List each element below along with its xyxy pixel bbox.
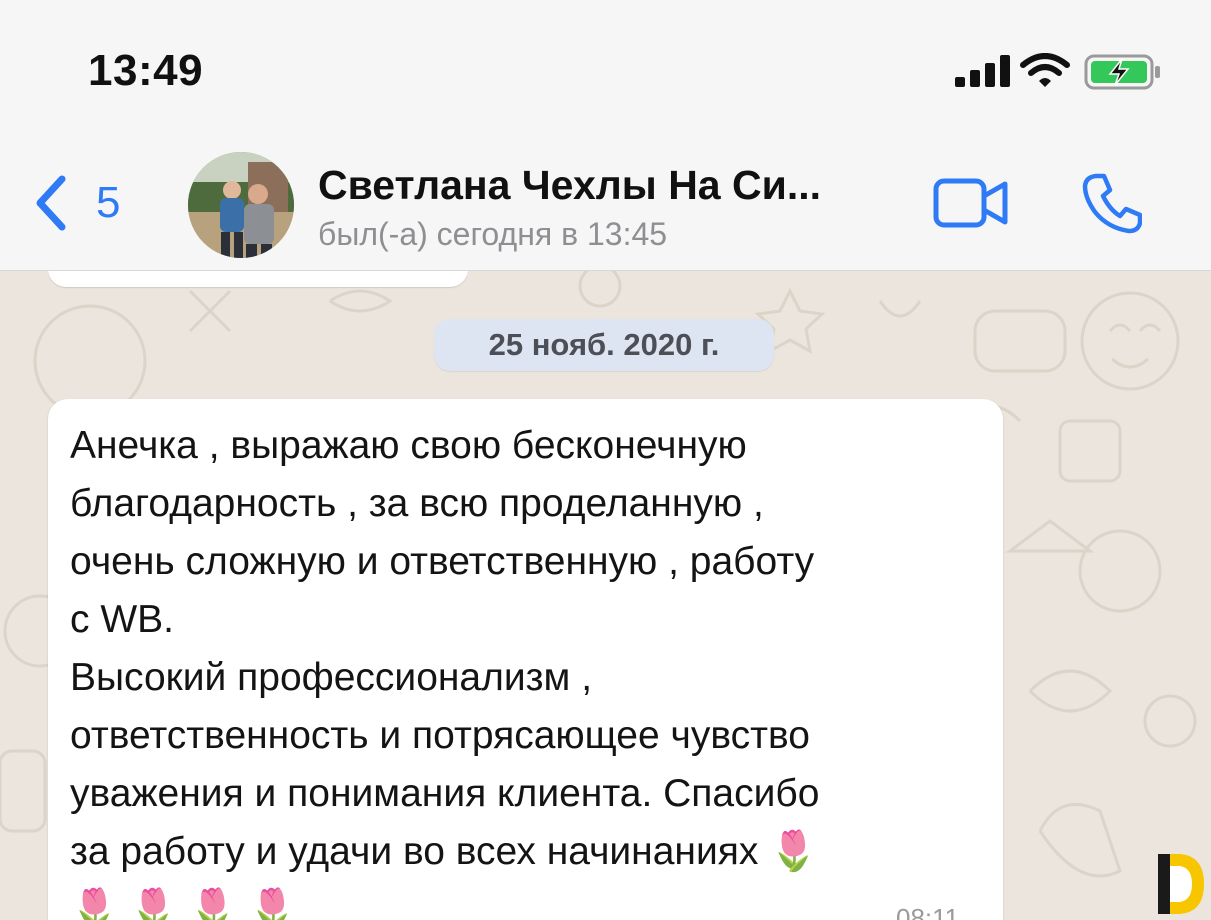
voice-call-button[interactable] — [1082, 172, 1143, 239]
message-bubble[interactable]: Анечка , выражаю свою бесконечную благод… — [48, 399, 1003, 920]
chevron-left-icon — [36, 175, 66, 231]
chat-area[interactable]: 25 нояб. 2020 г. Анечка , выражаю свою б… — [0, 271, 1211, 920]
back-button[interactable]: 5 — [34, 175, 120, 231]
date-separator: 25 нояб. 2020 г. — [434, 319, 774, 371]
contact-name[interactable]: Светлана Чехлы На Си... — [318, 162, 821, 209]
status-bar: 13:49 — [0, 0, 1211, 130]
chat-header: 5 Светлана Чехлы На Си... был(-а) сегодн… — [0, 130, 1211, 271]
watermark-logo — [1158, 854, 1204, 914]
message-time: 08:11 — [896, 903, 960, 920]
previous-message-bubble — [48, 271, 468, 287]
last-seen-status: был(-а) сегодня в 13:45 — [318, 216, 668, 252]
status-time: 13:49 — [88, 46, 204, 95]
cellular-signal-icon — [955, 55, 1010, 87]
contact-avatar[interactable] — [188, 152, 294, 258]
unread-count: 5 — [96, 178, 121, 227]
video-camera-icon — [933, 178, 1008, 228]
battery-charging-icon — [1084, 54, 1160, 90]
wifi-icon — [1020, 53, 1070, 87]
video-call-button[interactable] — [933, 178, 1009, 233]
message-text: Анечка , выражаю свою бесконечную благод… — [70, 424, 820, 920]
phone-icon — [1082, 173, 1143, 234]
